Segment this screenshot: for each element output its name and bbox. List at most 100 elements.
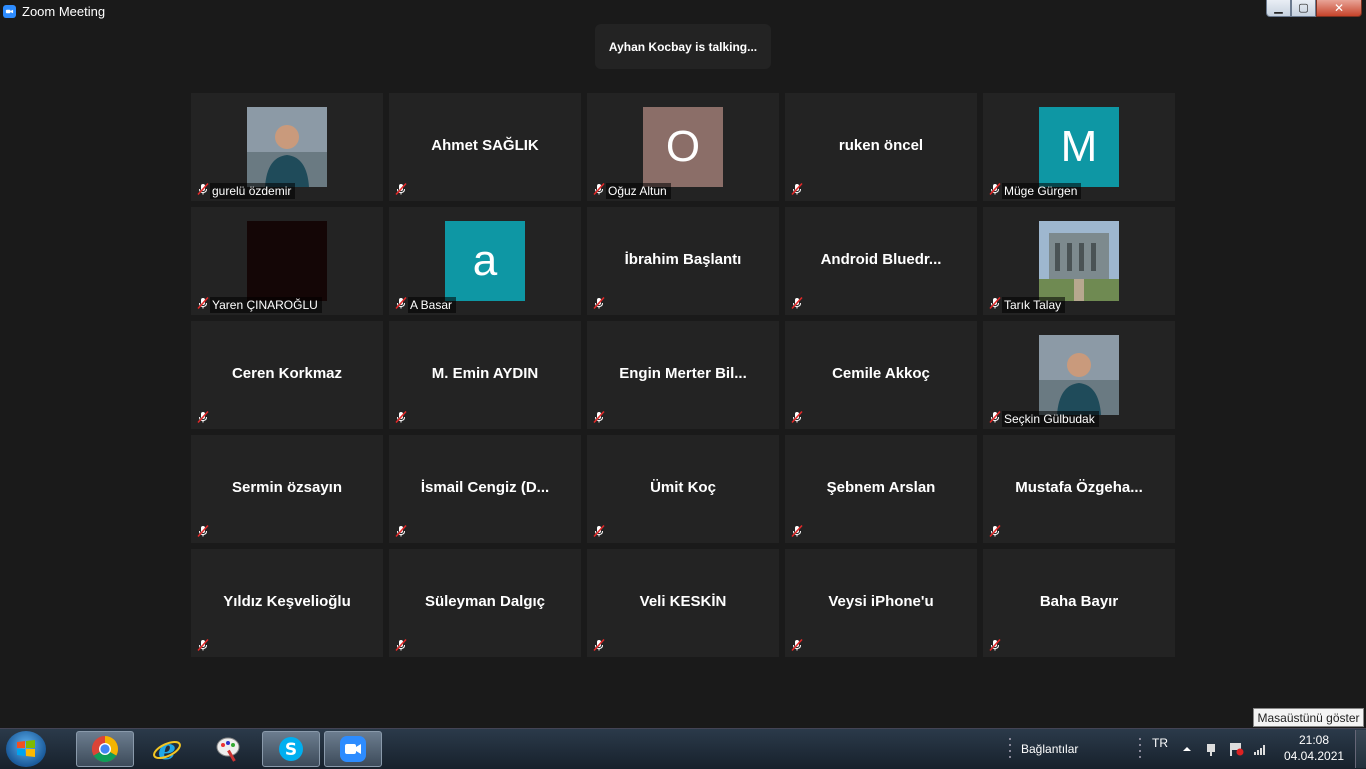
active-speaker-banner: Ayhan Kocbay is talking... (595, 24, 771, 69)
participant-name: Baha Bayır (1039, 593, 1119, 610)
participant-name-label: Müge Gürgen (1002, 183, 1082, 199)
toolbar-grip[interactable] (1008, 729, 1014, 769)
taskbar-zoom-button[interactable] (324, 731, 382, 767)
plug-icon (1207, 744, 1215, 756)
participant-name: Android Bluedr... (820, 251, 942, 268)
window-controls: ▁ ▢ ✕ (1266, 0, 1362, 17)
language-indicator[interactable]: TR (1152, 723, 1168, 763)
zoom-app-icon (3, 4, 16, 18)
participant-name: İbrahim Başlantı (624, 251, 742, 268)
toolbar-grip-2[interactable] (1138, 729, 1144, 769)
mic-muted-icon (592, 410, 606, 429)
participant-name: Engin Merter Bil... (619, 365, 747, 382)
participant-tile[interactable]: İbrahim Başlantı (587, 207, 779, 315)
taskbar-paint-button[interactable] (200, 731, 258, 767)
participant-footer (394, 638, 408, 655)
window-title: Zoom Meeting (22, 3, 106, 19)
action-center-tray-icon[interactable] (1228, 729, 1244, 769)
participant-footer (790, 410, 804, 427)
taskbar-chrome-button[interactable] (76, 731, 134, 767)
mic-muted-icon (196, 410, 210, 429)
start-button[interactable] (6, 731, 46, 767)
participant-footer (196, 638, 210, 657)
participant-tile[interactable]: Ceren Korkmaz (191, 321, 383, 429)
taskbar-skype-button[interactable]: S (262, 731, 320, 767)
participant-photo (247, 221, 327, 301)
participant-footer (394, 182, 408, 201)
participant-footer: Müge Gürgen (988, 182, 1082, 199)
participant-tile[interactable]: ruken öncel (785, 93, 977, 201)
participant-tile[interactable]: Tarık Talay (983, 207, 1175, 315)
participant-footer (394, 410, 408, 429)
mic-muted-icon (394, 182, 408, 201)
links-toolbar[interactable]: Bağlantılar (1021, 729, 1078, 769)
mic-muted-icon (196, 638, 210, 657)
participant-tile[interactable]: a A Basar (389, 207, 581, 315)
participant-footer: Tarık Talay (988, 296, 1066, 315)
signal-icon (1254, 745, 1265, 755)
participant-tile[interactable]: gurelü özdemir (191, 93, 383, 201)
mic-muted-icon (196, 296, 210, 315)
maximize-button[interactable]: ▢ (1291, 0, 1316, 17)
participant-tile[interactable]: Ümit Koç (587, 435, 779, 543)
participant-tile[interactable]: Yıldız Keşvelioğlu (191, 549, 383, 657)
mic-muted-icon (394, 410, 408, 429)
participant-photo (1039, 221, 1119, 301)
participant-name: Sermin özsayın (231, 479, 343, 496)
participant-footer (196, 410, 210, 429)
mic-muted-icon (790, 182, 804, 201)
show-hidden-icons-button[interactable] (1182, 729, 1192, 769)
system-clock[interactable]: 21:08 04.04.2021 (1284, 732, 1344, 764)
mic-muted-icon (790, 524, 804, 543)
participant-footer (196, 524, 210, 541)
participant-name-label: Tarık Talay (1002, 297, 1066, 313)
participant-tile[interactable]: Baha Bayır (983, 549, 1175, 657)
participant-name: Veysi iPhone'u (828, 593, 934, 610)
participant-tile[interactable]: M Müge Gürgen (983, 93, 1175, 201)
participant-tile[interactable]: Ahmet SAĞLIK (389, 93, 581, 201)
participant-tile[interactable]: Şebnem Arslan (785, 435, 977, 543)
paint-icon (216, 737, 240, 762)
participant-tile[interactable]: Mustafa Özgeha... (983, 435, 1175, 543)
show-desktop-button[interactable] (1355, 729, 1366, 769)
participant-footer (592, 524, 606, 543)
participant-name-label: gurelü özdemir (210, 183, 296, 199)
participant-tile[interactable]: M. Emin AYDIN (389, 321, 581, 429)
participant-tile[interactable]: Android Bluedr... (785, 207, 977, 315)
svg-text:S: S (285, 740, 297, 760)
participant-footer (394, 524, 408, 541)
mic-muted-icon (592, 638, 606, 657)
zoom-icon (340, 736, 366, 762)
participant-footer: A Basar (394, 296, 457, 313)
participant-footer (790, 524, 804, 543)
participant-tile[interactable]: O Oğuz Altun (587, 93, 779, 201)
close-icon: ✕ (1333, 1, 1345, 15)
network-tray-icon[interactable] (1253, 729, 1267, 769)
participant-tile[interactable]: Süleyman Dalgıç (389, 549, 581, 657)
mic-muted-icon (790, 638, 804, 657)
skype-icon: S (279, 737, 303, 761)
show-desktop-tooltip: Masaüstünü göster (1253, 708, 1364, 727)
participant-tile[interactable]: Veysi iPhone'u (785, 549, 977, 657)
participant-tile[interactable]: Yaren ÇINAROĞLU (191, 207, 383, 315)
participant-tile[interactable]: Engin Merter Bil... (587, 321, 779, 429)
mic-muted-icon (988, 296, 1002, 315)
participant-tile[interactable]: Sermin özsayın (191, 435, 383, 543)
mic-muted-icon (592, 296, 606, 315)
participant-tile[interactable]: Seçkin Gülbudak (983, 321, 1175, 429)
participant-footer (592, 296, 606, 315)
participant-tile[interactable]: Veli KESKİN (587, 549, 779, 657)
participant-name: Veli KESKİN (639, 593, 727, 610)
participant-tile[interactable]: İsmail Cengiz (D... (389, 435, 581, 543)
minimize-icon: ▁ (1274, 1, 1283, 14)
minimize-button[interactable]: ▁ (1266, 0, 1291, 17)
participant-footer: gurelü özdemir (196, 182, 296, 199)
participant-tile[interactable]: Cemile Akkoç (785, 321, 977, 429)
arrow-up-icon (1183, 747, 1191, 751)
close-button[interactable]: ✕ (1316, 0, 1362, 17)
taskbar-ie-button[interactable]: e (138, 731, 196, 767)
participant-name: Şebnem Arslan (826, 479, 936, 496)
mic-muted-icon (592, 524, 606, 543)
power-tray-icon[interactable] (1204, 729, 1218, 769)
participant-avatar: O (643, 107, 723, 187)
